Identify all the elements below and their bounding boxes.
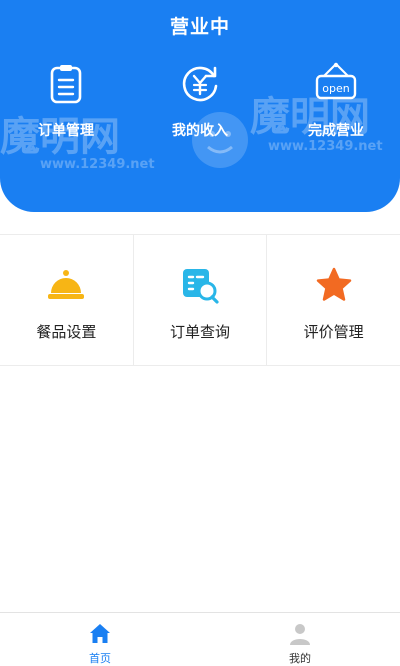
tab-mine-label: 我的 bbox=[289, 652, 311, 665]
order-management-label: 订单管理 bbox=[38, 123, 94, 139]
user-icon bbox=[290, 624, 310, 645]
feature-grid: 餐品设置 订单查询 评价管理 bbox=[0, 234, 400, 366]
tab-home[interactable]: 首页 bbox=[0, 613, 200, 666]
order-query-button[interactable]: 订单查询 bbox=[134, 235, 268, 365]
page-title: 营业中 bbox=[169, 16, 230, 38]
yuan-income-icon bbox=[182, 66, 218, 102]
tab-mine[interactable]: 我的 bbox=[200, 613, 400, 666]
watermark-url-left: www.12349.net bbox=[40, 157, 155, 172]
my-income-button[interactable]: 我的收入 bbox=[140, 62, 260, 140]
order-query-label: 订单查询 bbox=[170, 323, 231, 341]
open-sign-text: open bbox=[322, 82, 349, 95]
star-icon bbox=[316, 267, 351, 301]
header-banner: 魔明网 www.12349.net 魔明网 www.12349.net 营业中 … bbox=[0, 0, 400, 212]
food-settings-label: 餐品设置 bbox=[36, 323, 97, 341]
bottom-tab-bar: 首页 我的 bbox=[0, 612, 400, 666]
clipboard-icon bbox=[50, 65, 82, 104]
watermark-url-right: www.12349.net bbox=[268, 139, 383, 154]
close-business-button[interactable]: open 完成营业 bbox=[276, 62, 396, 140]
food-settings-button[interactable]: 餐品设置 bbox=[0, 235, 134, 365]
open-sign-icon: open bbox=[315, 62, 357, 100]
food-cloche-icon bbox=[48, 270, 85, 299]
my-income-label: 我的收入 bbox=[172, 123, 228, 139]
review-management-label: 评价管理 bbox=[303, 323, 364, 341]
order-search-icon bbox=[183, 269, 219, 304]
home-icon bbox=[90, 624, 110, 643]
close-business-label: 完成营业 bbox=[308, 123, 364, 139]
tab-home-label: 首页 bbox=[89, 652, 111, 665]
order-management-button[interactable]: 订单管理 bbox=[6, 62, 126, 140]
review-management-button[interactable]: 评价管理 bbox=[267, 235, 400, 365]
